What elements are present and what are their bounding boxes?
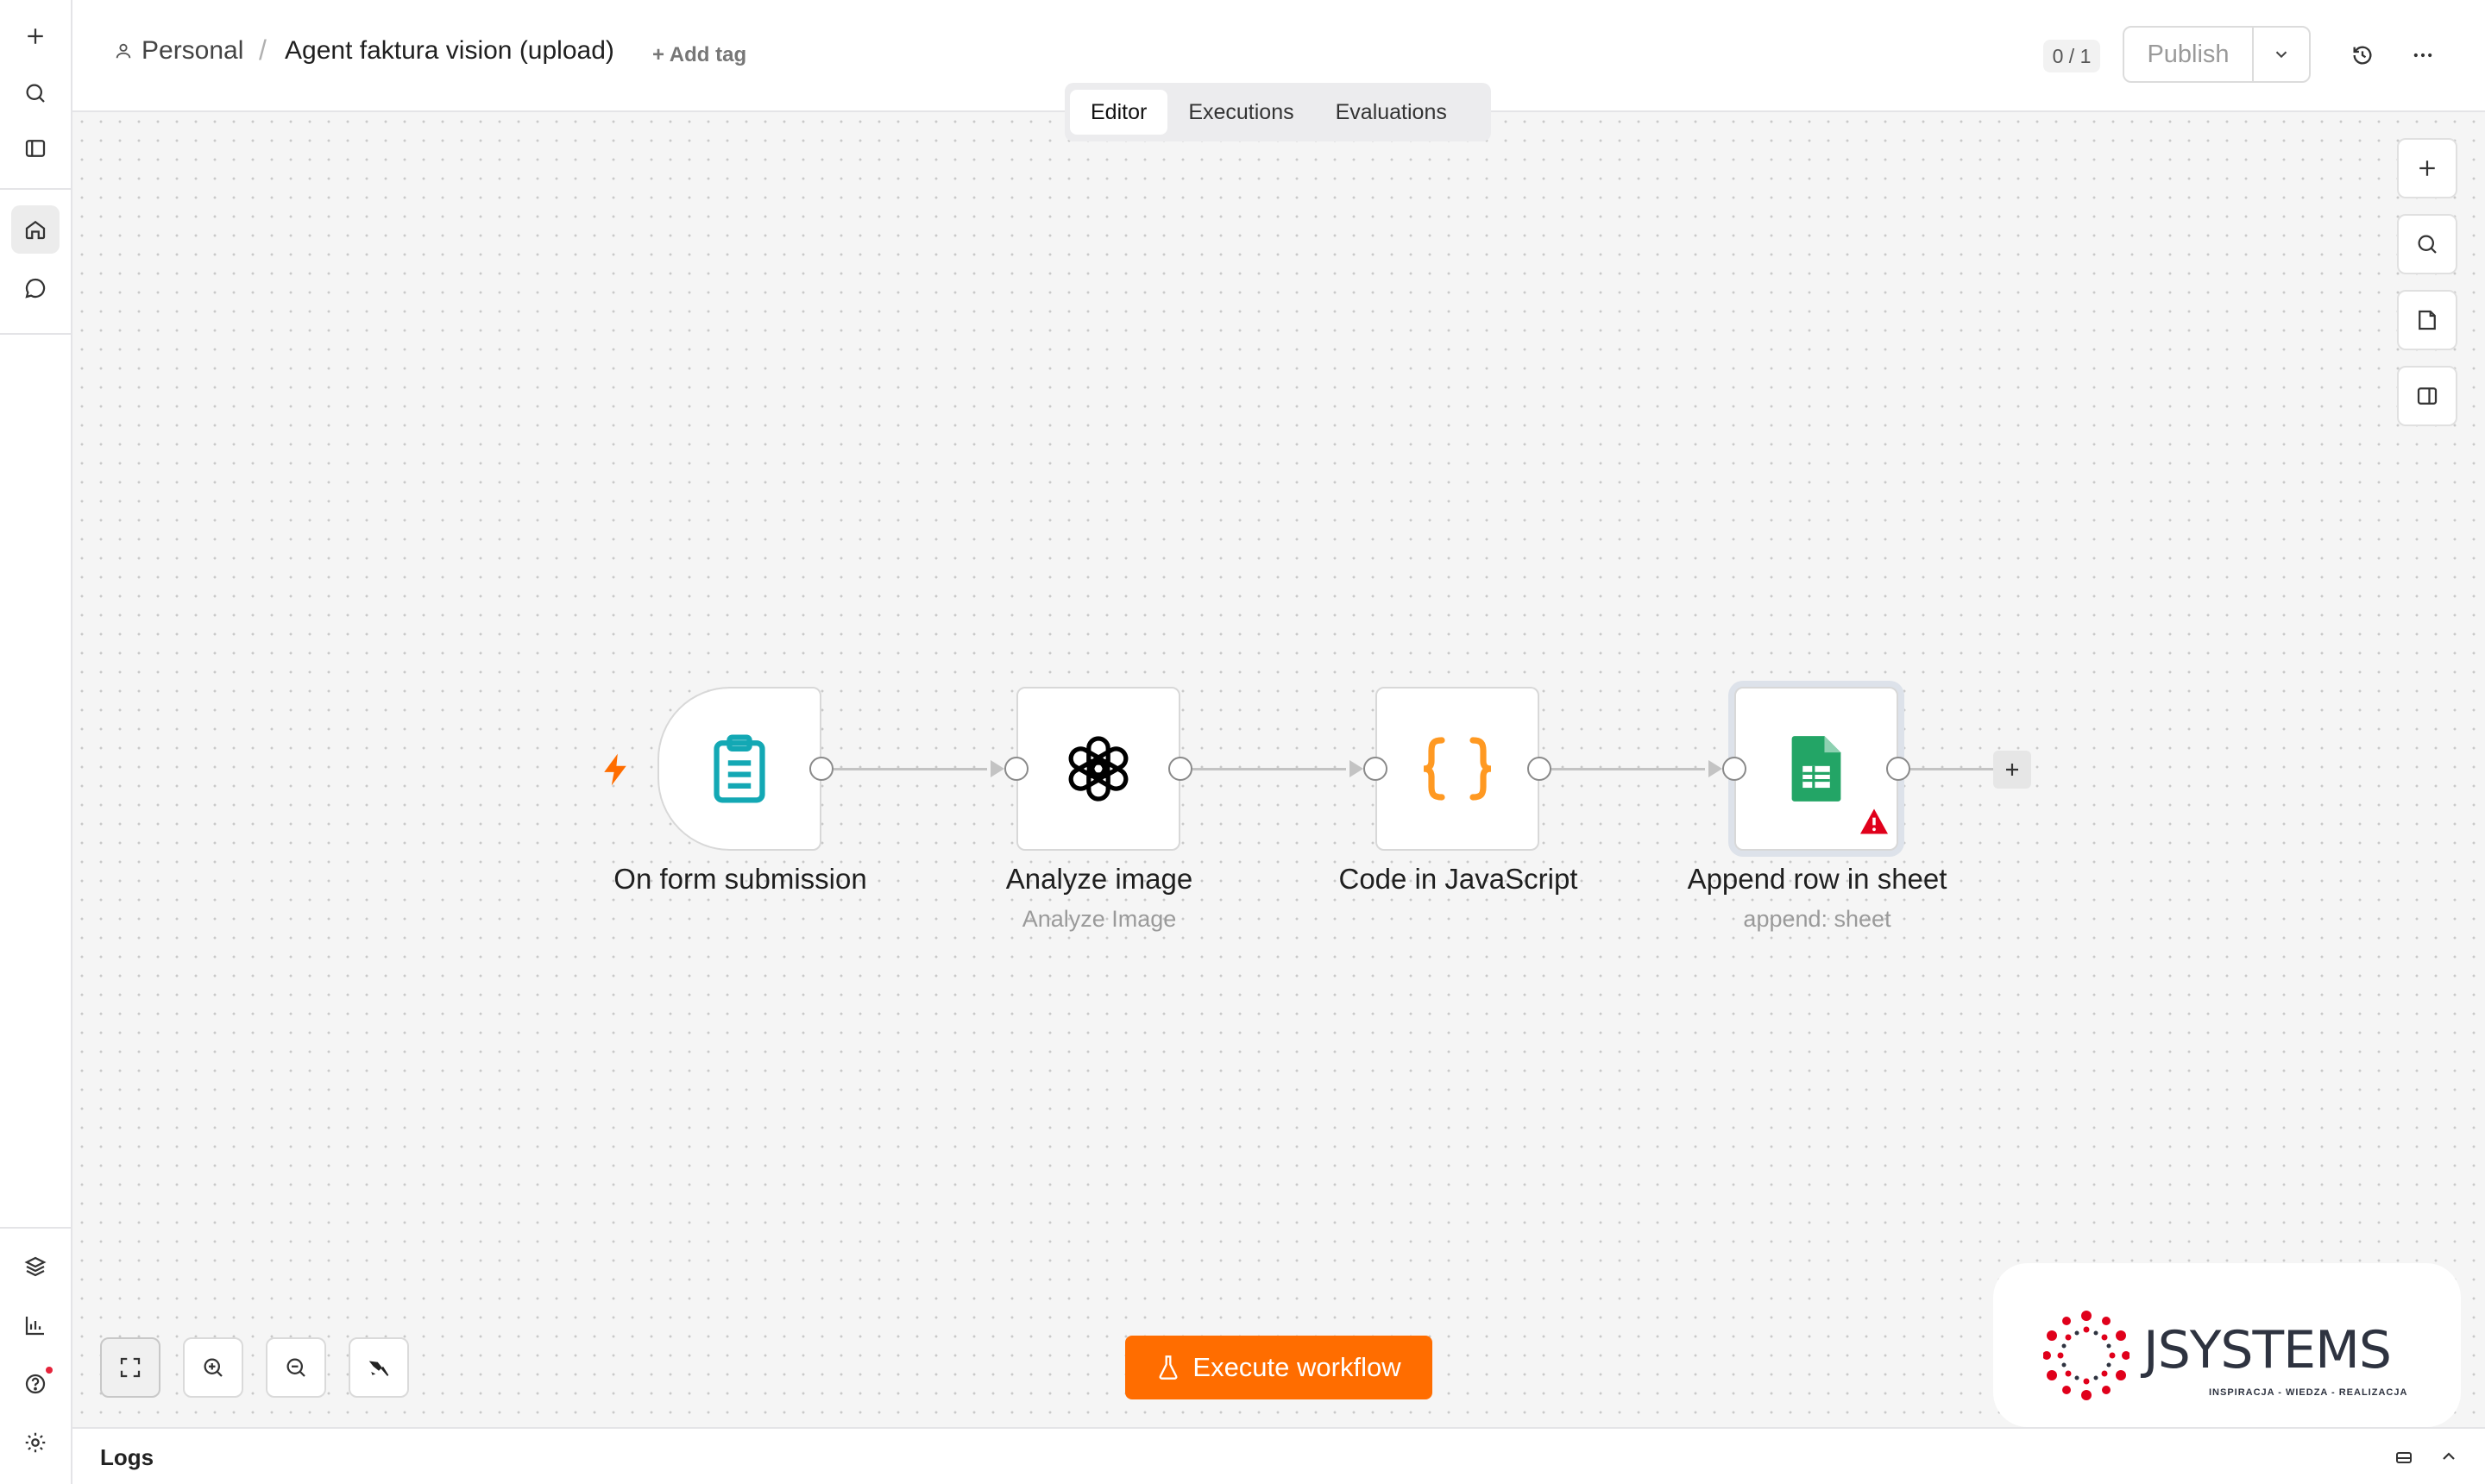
connection-edge bbox=[1910, 768, 1993, 770]
history-icon[interactable] bbox=[2345, 38, 2380, 72]
logo-wordmark: JSYSTEMS bbox=[2143, 1320, 2392, 1380]
view-tabs: Editor Executions Evaluations bbox=[1065, 83, 1491, 141]
node-code-in-javascript[interactable] bbox=[1375, 687, 1539, 851]
templates-icon[interactable] bbox=[11, 1242, 60, 1291]
warning-icon[interactable] bbox=[1859, 808, 1890, 839]
panel-toggle-icon[interactable] bbox=[11, 124, 60, 173]
search-nodes-icon[interactable] bbox=[2397, 214, 2457, 274]
trigger-bolt-icon bbox=[604, 753, 626, 786]
node-subtitle: Analyze Image bbox=[1022, 906, 1177, 932]
breadcrumb-project[interactable]: Personal bbox=[114, 36, 243, 66]
node-subtitle: append: sheet bbox=[1743, 906, 1891, 932]
logs-label: Logs bbox=[100, 1444, 154, 1470]
form-clipboard-icon bbox=[714, 734, 765, 803]
connection-edge bbox=[834, 768, 987, 770]
active-counter-badge: 0 / 1 bbox=[2043, 40, 2100, 72]
connection-arrow bbox=[991, 760, 1004, 777]
execute-workflow-button[interactable]: Execute workflow bbox=[1125, 1336, 1432, 1399]
publish-button-group: Publish bbox=[2123, 26, 2311, 83]
input-handle[interactable] bbox=[1363, 757, 1387, 781]
search-icon[interactable] bbox=[11, 69, 60, 117]
notification-dot bbox=[46, 1367, 53, 1374]
user-icon bbox=[116, 43, 131, 59]
node-label: Analyze image bbox=[1005, 863, 1193, 895]
add-next-node-button[interactable] bbox=[1993, 751, 2031, 789]
fit-view-icon bbox=[120, 1357, 141, 1378]
insights-chart-icon[interactable] bbox=[11, 1301, 60, 1349]
tidy-up-button[interactable] bbox=[349, 1337, 409, 1398]
zoom-in-button[interactable] bbox=[183, 1337, 243, 1398]
flask-icon bbox=[1159, 1355, 1178, 1380]
publish-dropdown-button[interactable] bbox=[2252, 28, 2309, 81]
add-icon[interactable] bbox=[11, 12, 60, 60]
node-analyze-image[interactable] bbox=[1016, 687, 1180, 851]
output-handle[interactable] bbox=[809, 757, 834, 781]
zoom-out-button[interactable] bbox=[266, 1337, 326, 1398]
logs-panel-bar[interactable]: Logs bbox=[72, 1427, 2485, 1484]
project-name: Personal bbox=[142, 36, 244, 65]
google-sheets-icon bbox=[1791, 736, 1841, 802]
chevron-up-icon[interactable] bbox=[2437, 1444, 2461, 1468]
chat-icon[interactable] bbox=[11, 264, 60, 312]
node-label: On form submission bbox=[613, 863, 867, 895]
fit-view-button[interactable] bbox=[100, 1337, 160, 1398]
openai-icon bbox=[1068, 736, 1129, 802]
connection-edge bbox=[1551, 768, 1705, 770]
logo-tagline: INSPIRACJA - WIEDZA - REALIZACJA bbox=[2209, 1387, 2408, 1398]
settings-gear-icon[interactable] bbox=[11, 1418, 60, 1467]
output-handle[interactable] bbox=[1168, 757, 1192, 781]
breadcrumb-separator: / bbox=[259, 35, 267, 66]
connection-arrow bbox=[1708, 760, 1722, 777]
output-handle[interactable] bbox=[1527, 757, 1551, 781]
tab-executions[interactable]: Executions bbox=[1167, 90, 1314, 135]
tab-evaluations[interactable]: Evaluations bbox=[1315, 90, 1468, 135]
zoom-in-icon bbox=[204, 1358, 223, 1377]
publish-button[interactable]: Publish bbox=[2124, 28, 2252, 81]
sticky-note-icon[interactable] bbox=[2397, 290, 2457, 350]
canvas-right-toolbar bbox=[2397, 138, 2459, 442]
connection-edge bbox=[1192, 768, 1346, 770]
connection-arrow bbox=[1349, 760, 1363, 777]
plus-icon bbox=[2006, 764, 2018, 776]
workflow-title[interactable]: Agent faktura vision (upload) bbox=[285, 36, 614, 66]
left-sidebar bbox=[0, 0, 72, 1484]
pop-out-icon[interactable] bbox=[2392, 1444, 2416, 1468]
home-icon[interactable] bbox=[11, 205, 60, 254]
zoom-out-icon bbox=[286, 1358, 305, 1377]
node-label: Append row in sheet bbox=[1687, 863, 1947, 895]
input-handle[interactable] bbox=[1004, 757, 1029, 781]
node-label: Code in JavaScript bbox=[1338, 863, 1578, 895]
tab-editor[interactable]: Editor bbox=[1070, 90, 1168, 135]
side-panel-icon[interactable] bbox=[2397, 366, 2457, 426]
help-icon[interactable] bbox=[11, 1360, 60, 1408]
chevron-down-icon bbox=[2275, 51, 2287, 59]
code-braces-icon bbox=[1423, 737, 1492, 801]
add-node-icon[interactable] bbox=[2397, 138, 2457, 198]
output-handle[interactable] bbox=[1886, 757, 1910, 781]
more-options-icon[interactable] bbox=[2406, 38, 2440, 72]
jsystems-logo: JSYSTEMS INSPIRACJA - WIEDZA - REALIZACJ… bbox=[1993, 1263, 2461, 1427]
add-tag-button[interactable]: + Add tag bbox=[652, 43, 746, 67]
logo-dots-icon bbox=[2043, 1311, 2130, 1400]
node-on-form-submission[interactable] bbox=[657, 687, 821, 851]
execute-workflow-label: Execute workflow bbox=[1192, 1352, 1401, 1382]
broom-icon bbox=[368, 1361, 389, 1376]
input-handle[interactable] bbox=[1722, 757, 1746, 781]
